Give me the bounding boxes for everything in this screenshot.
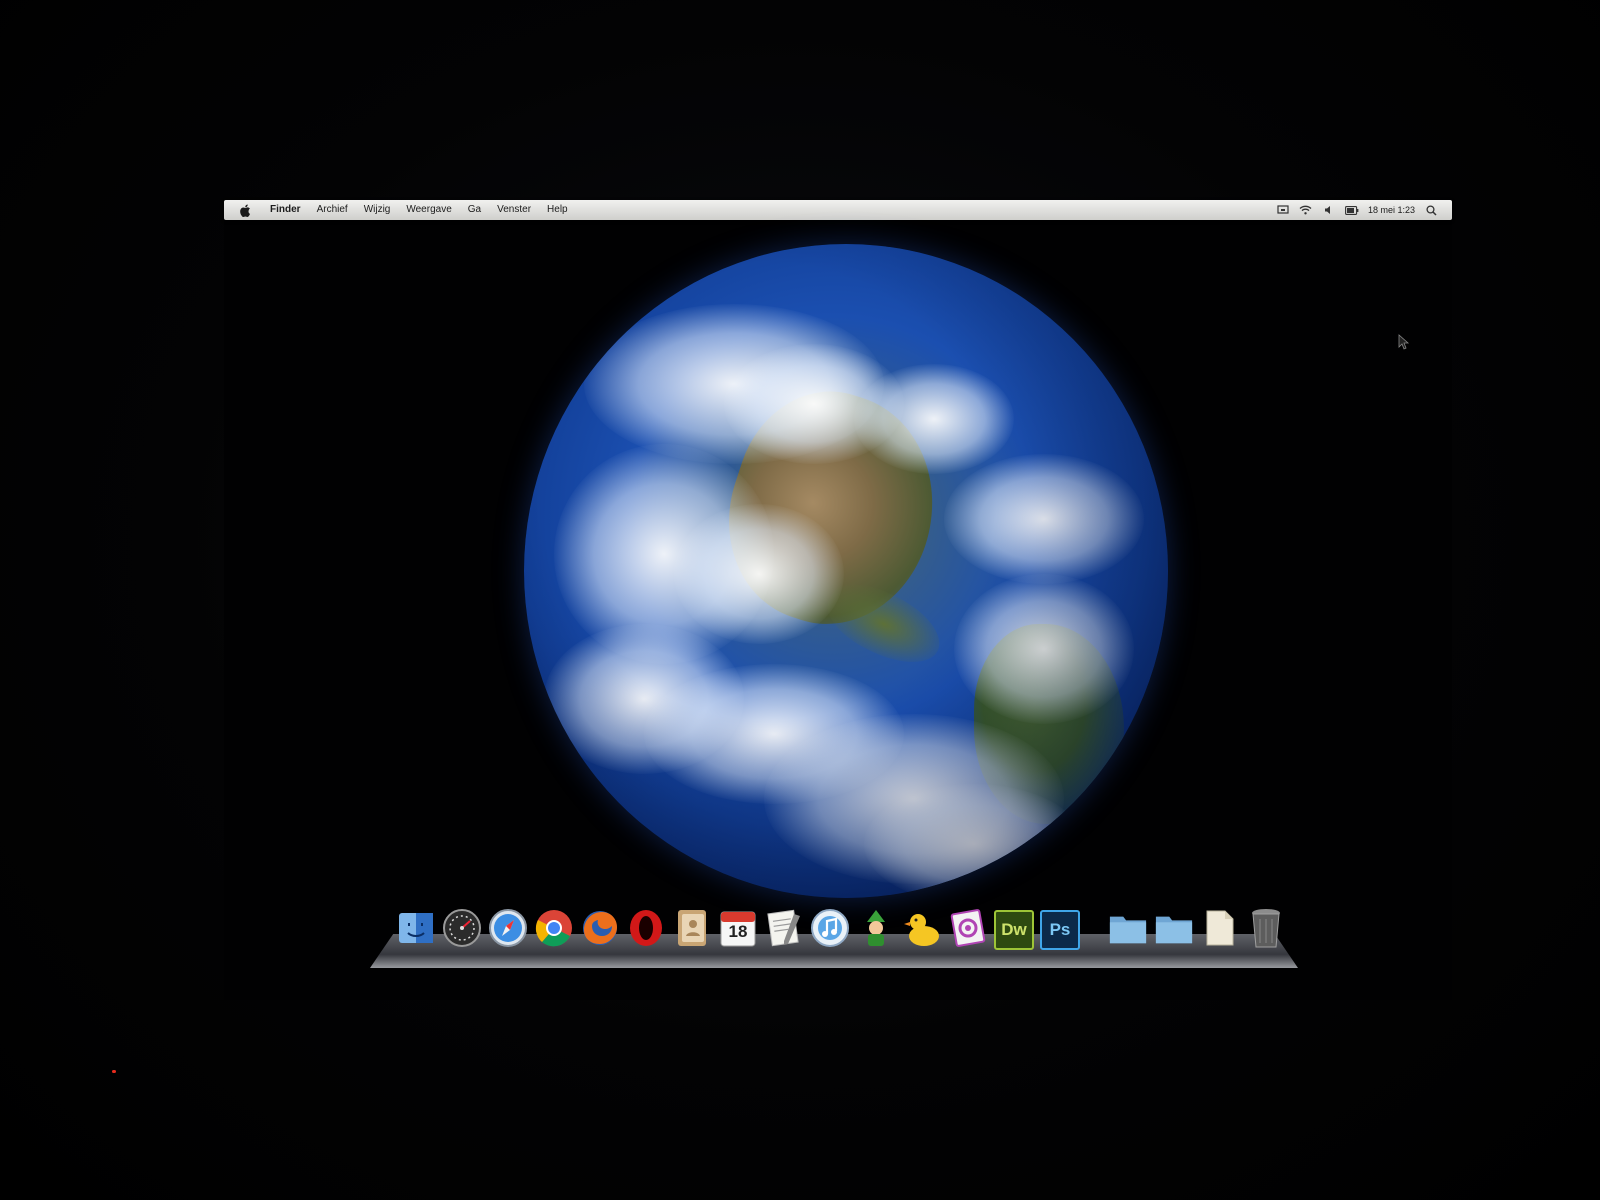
- downloads-stack-icon[interactable]: [1200, 906, 1240, 950]
- textedit-icon[interactable]: [764, 906, 804, 950]
- dashboard-icon[interactable]: [442, 906, 482, 950]
- safari-icon[interactable]: [488, 906, 528, 950]
- mouse-cursor-icon: [1398, 334, 1410, 350]
- menu-app-name[interactable]: Finder: [262, 200, 309, 220]
- opera-icon[interactable]: [626, 906, 666, 950]
- apple-menu-icon[interactable]: [238, 203, 252, 217]
- menu-weergave[interactable]: Weergave: [398, 200, 459, 220]
- screen-mirroring-icon[interactable]: [1276, 204, 1290, 216]
- earth-wallpaper: [524, 244, 1168, 898]
- wifi-icon[interactable]: [1299, 204, 1313, 216]
- spotlight-search-icon[interactable]: [1424, 204, 1438, 216]
- earth-shading: [524, 244, 1168, 898]
- menu-clock[interactable]: 18 mei 1:23: [1368, 205, 1415, 215]
- photoshop-label: Ps: [1049, 920, 1071, 939]
- cyberduck-icon[interactable]: [902, 906, 942, 950]
- firefox-icon[interactable]: [580, 906, 620, 950]
- menu-venster[interactable]: Venster: [489, 200, 539, 220]
- reflection-light-dot: [112, 1070, 116, 1073]
- menu-help[interactable]: Help: [539, 200, 576, 220]
- menu-ga[interactable]: Ga: [460, 200, 489, 220]
- battery-icon[interactable]: [1345, 204, 1359, 216]
- ical-icon[interactable]: 18: [718, 906, 758, 950]
- photo-editor-icon[interactable]: [948, 906, 988, 950]
- finder-icon[interactable]: [396, 906, 436, 950]
- documents-folder-icon[interactable]: [1154, 906, 1194, 950]
- status-area: 18 mei 1:23: [1276, 204, 1452, 216]
- trash-icon[interactable]: [1246, 906, 1286, 950]
- volume-icon[interactable]: [1322, 204, 1336, 216]
- adium-robot-icon[interactable]: [856, 906, 896, 950]
- ical-date: 18: [728, 922, 748, 941]
- applications-folder-icon[interactable]: [1108, 906, 1148, 950]
- itunes-icon[interactable]: [810, 906, 850, 950]
- dreamweaver-label: Dw: [1001, 920, 1027, 939]
- dreamweaver-icon[interactable]: Dw: [994, 910, 1034, 950]
- chrome-icon[interactable]: [534, 906, 574, 950]
- photoshop-icon[interactable]: Ps: [1040, 910, 1080, 950]
- dock-icons: 18 Dw Ps: [396, 906, 1286, 950]
- menu-archief[interactable]: Archief: [309, 200, 356, 220]
- menu-bar: Finder Archief Wijzig Weergave Ga Venste…: [224, 200, 1452, 220]
- dock: 18 Dw Ps: [370, 906, 1298, 968]
- dock-separator: [1086, 906, 1102, 950]
- address-book-icon[interactable]: [672, 906, 712, 950]
- menu-wijzig[interactable]: Wijzig: [356, 200, 399, 220]
